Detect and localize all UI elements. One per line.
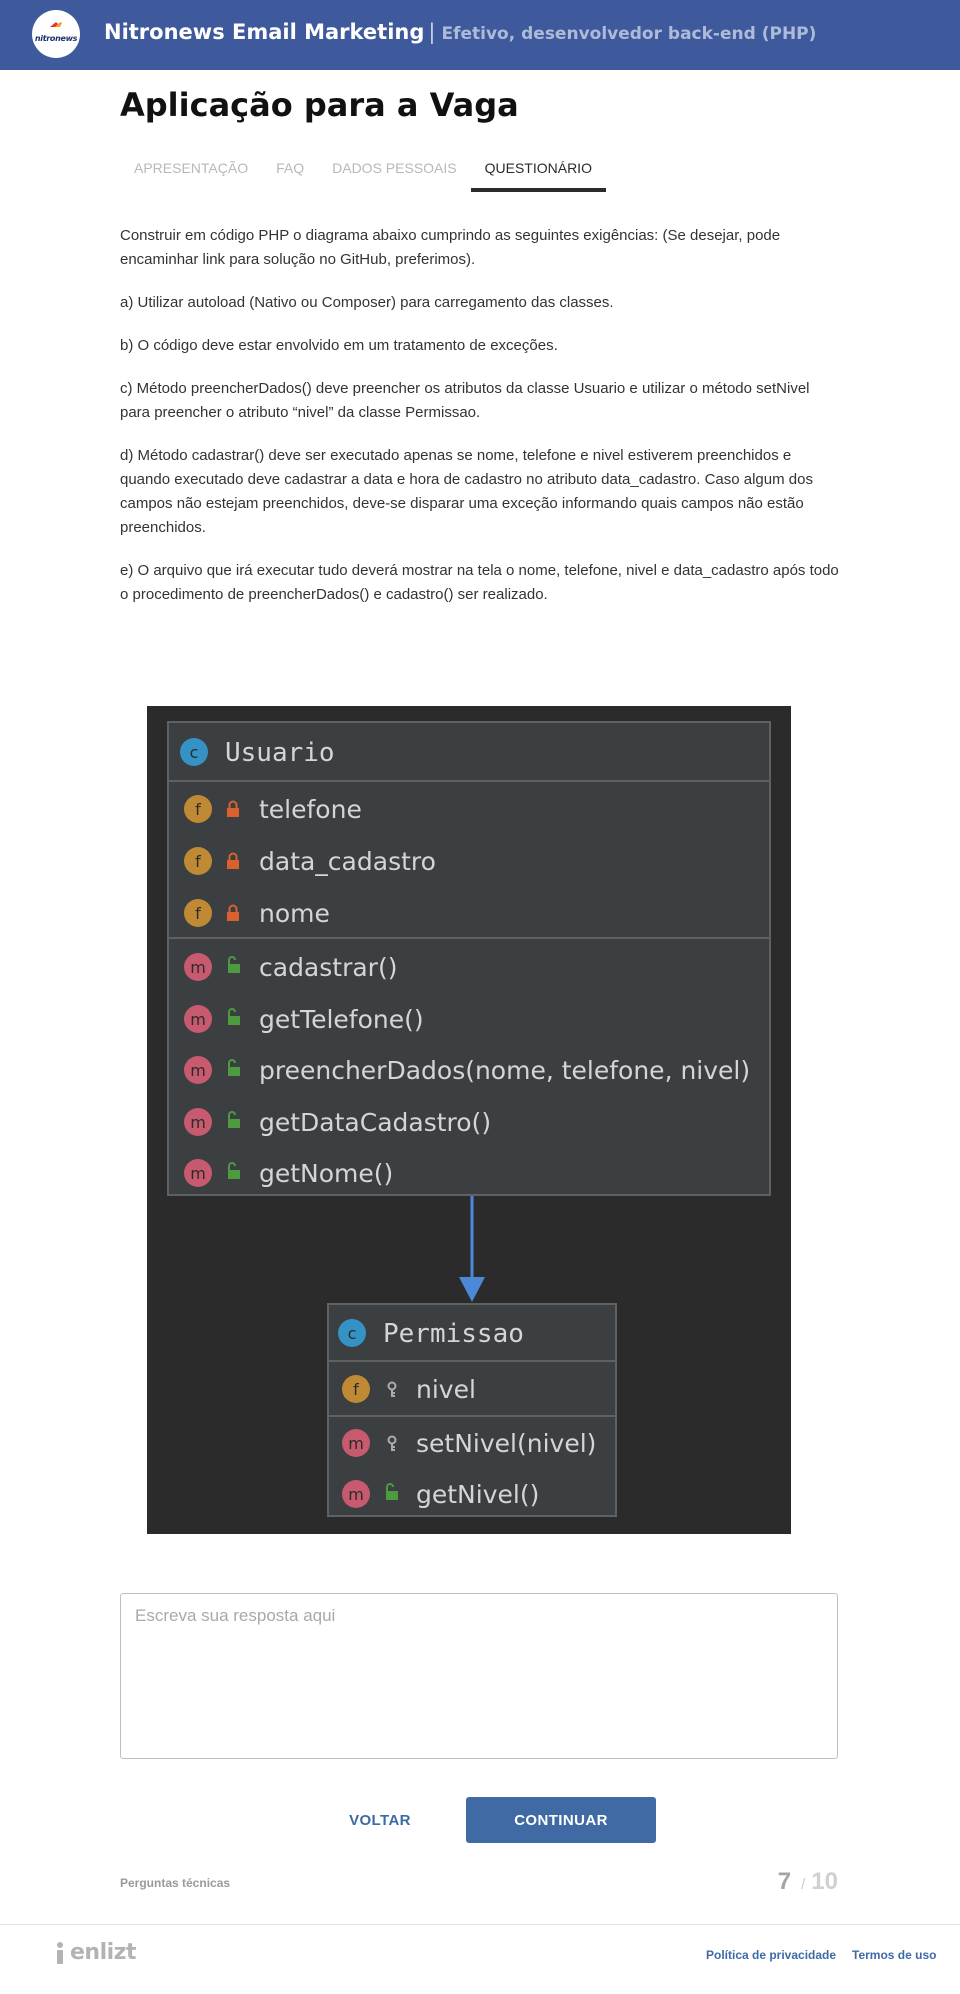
method-badge-text: m: [348, 1485, 364, 1504]
header-separator: |: [428, 20, 436, 44]
field-name: telefone: [259, 795, 362, 824]
field-name: nivel: [416, 1375, 476, 1404]
method-badge-text: m: [190, 1113, 206, 1132]
enlizt-brand: enlizt: [70, 1940, 137, 1965]
method-name: getNome(): [259, 1159, 393, 1188]
continue-button[interactable]: CONTINUAR: [466, 1797, 656, 1843]
section-label: Perguntas técnicas: [120, 1876, 231, 1890]
enlizt-logo[interactable]: enlizt: [54, 1940, 137, 1965]
top-header: nitronews Nitronews Email Marketing | Efet…: [0, 0, 960, 70]
footer-divider: [0, 1924, 960, 1925]
company-logo[interactable]: nitronews: [32, 10, 80, 58]
method-badge-text: m: [348, 1434, 364, 1453]
field-name: nome: [259, 899, 330, 928]
method-badge-text: m: [190, 1010, 206, 1029]
method-name: setNivel(nivel): [416, 1429, 596, 1458]
requirement-d: d) Método cadastrar() deve ser executado…: [120, 447, 813, 536]
enlizt-person-icon: [57, 1941, 63, 1964]
field-name: data_cadastro: [259, 847, 436, 876]
usuario-badge-text: c: [190, 743, 199, 762]
usuario-class-name: Usuario: [225, 738, 335, 768]
tab-questionario[interactable]: QUESTIONÁRIO: [470, 150, 606, 192]
terms-of-use-link[interactable]: Termos de uso: [852, 1948, 936, 1962]
logo-mark-icon: [50, 22, 62, 27]
requirement-e: e) O arquivo que irá executar tudo dever…: [120, 562, 839, 603]
method-name: getNivel(): [416, 1480, 539, 1509]
tab-bar: APRESENTAÇÃO FAQ DADOS PESSOAIS QUESTION…: [120, 150, 606, 192]
logo-text: nitronews: [34, 33, 78, 43]
method-name: getTelefone(): [259, 1005, 424, 1034]
tab-apresentacao[interactable]: APRESENTAÇÃO: [120, 150, 262, 192]
progress-separator: /: [801, 1876, 806, 1893]
answer-textarea[interactable]: [120, 1593, 838, 1759]
method-badge-text: m: [190, 1164, 206, 1183]
permissao-badge-text: c: [348, 1324, 357, 1343]
requirement-a: a) Utilizar autoload (Nativo ou Composer…: [120, 294, 614, 311]
method-badge-text: m: [190, 1061, 206, 1080]
method-name: preencherDados(nome, telefone, nivel): [259, 1056, 750, 1085]
company-name: Nitronews Email Marketing: [104, 20, 425, 44]
method-name: getDataCadastro(): [259, 1108, 491, 1137]
requirement-c: c) Método preencherDados() deve preenche…: [120, 380, 810, 421]
job-title: Efetivo, desenvolvedor back-end (PHP): [441, 24, 817, 44]
progress-total: 10: [811, 1868, 838, 1895]
method-name: cadastrar(): [259, 953, 397, 982]
progress-current: 7: [777, 1868, 792, 1895]
question-intro: Construir em código PHP o diagrama abaix…: [120, 227, 781, 268]
field-badge-text: f: [195, 904, 201, 923]
question-progress: 7 / 10: [778, 1868, 838, 1896]
permissao-class-name: Permissao: [383, 1319, 524, 1349]
tab-dados-pessoais[interactable]: DADOS PESSOAIS: [318, 150, 470, 192]
uml-diagram: c Usuario f telefone f data_cadastro f n…: [147, 706, 791, 1534]
page-title: Aplicação para a Vaga: [120, 86, 519, 124]
requirement-b: b) O código deve estar envolvido em um t…: [120, 337, 558, 354]
header-title: Nitronews Email Marketing | Efetivo, desen…: [104, 20, 816, 44]
tab-faq[interactable]: FAQ: [262, 150, 318, 192]
arrow-head-icon: [459, 1277, 485, 1302]
question-text: Construir em código PHP o diagrama abaix…: [120, 224, 842, 626]
field-badge-text: f: [353, 1380, 359, 1399]
privacy-policy-link[interactable]: Política de privacidade: [706, 1948, 836, 1962]
field-badge-text: f: [195, 852, 201, 871]
uml-diagram-svg: c Usuario f telefone f data_cadastro f n…: [167, 721, 771, 1517]
field-badge-text: f: [195, 800, 201, 819]
method-badge-text: m: [190, 958, 206, 977]
back-button[interactable]: VOLTAR: [330, 1797, 430, 1843]
